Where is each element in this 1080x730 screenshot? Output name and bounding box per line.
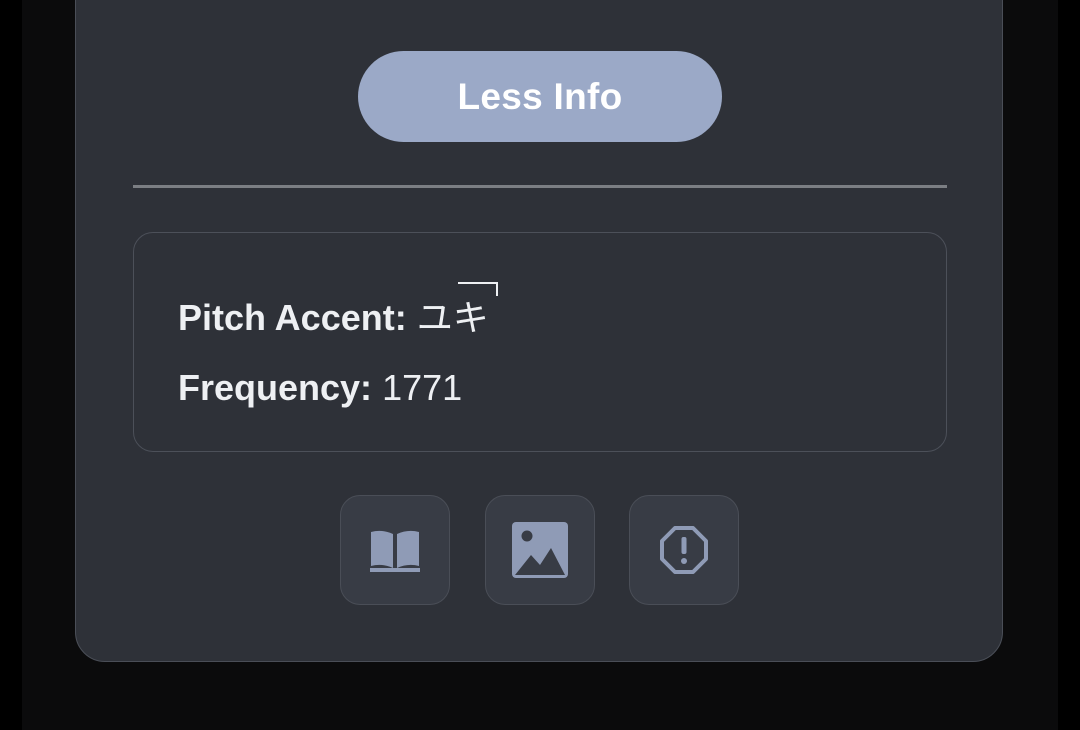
image-icon [511, 521, 569, 579]
dictionary-button[interactable] [340, 495, 450, 605]
report-button[interactable] [629, 495, 739, 605]
divider [133, 185, 947, 188]
pitch-accent-drop-marker [457, 282, 498, 296]
pitch-accent-value: ユキ [416, 297, 489, 338]
pitch-accent-label: Pitch Accent: [178, 297, 407, 338]
frequency-label: Frequency: [178, 367, 373, 408]
pitch-accent-row: Pitch Accent: ユキ [178, 282, 498, 341]
frequency-value: 1771 [382, 367, 463, 408]
frequency-row: Frequency: 1771 [178, 367, 462, 409]
report-octagon-icon [658, 524, 710, 576]
image-button[interactable] [485, 495, 595, 605]
pitch-accent-value-wrap: ユキ [416, 282, 498, 341]
book-open-icon [368, 523, 422, 577]
word-details-panel: Pitch Accent: ユキ Frequency: 1771 [133, 232, 947, 452]
less-info-button[interactable]: Less Info [358, 51, 722, 142]
